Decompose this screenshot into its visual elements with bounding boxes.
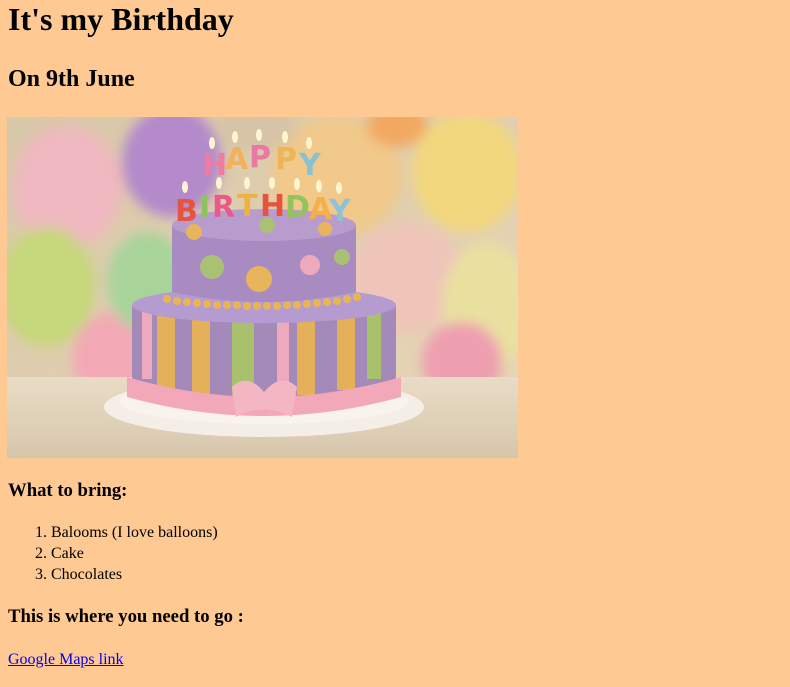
svg-text:T: T xyxy=(237,189,258,224)
list-item: Balooms (I love balloons) xyxy=(51,522,218,543)
google-maps-link[interactable]: Google Maps link xyxy=(8,650,124,670)
svg-text:Y: Y xyxy=(298,148,322,183)
list-item: Cake xyxy=(51,543,218,564)
svg-text:D: D xyxy=(285,190,310,225)
svg-text:A: A xyxy=(225,142,249,177)
svg-text:P: P xyxy=(275,142,297,177)
svg-text:H: H xyxy=(202,148,227,183)
bring-heading: What to bring: xyxy=(8,480,128,501)
where-heading: This is where you need to go : xyxy=(8,606,244,627)
svg-text:R: R xyxy=(212,190,235,225)
svg-text:B: B xyxy=(175,194,198,229)
page-subtitle: On 9th June xyxy=(8,66,135,92)
svg-text:I: I xyxy=(199,190,210,225)
bring-list: Balooms (I love balloons) Cake Chocolate… xyxy=(8,522,218,585)
svg-text:H: H xyxy=(260,189,285,224)
list-item: Chocolates xyxy=(51,564,218,585)
birthday-cake-image: H A P P Y B I R T H D A Y xyxy=(7,117,518,458)
page-title: It's my Birthday xyxy=(8,1,234,37)
svg-text:P: P xyxy=(249,140,271,175)
svg-text:Y: Y xyxy=(328,194,352,229)
